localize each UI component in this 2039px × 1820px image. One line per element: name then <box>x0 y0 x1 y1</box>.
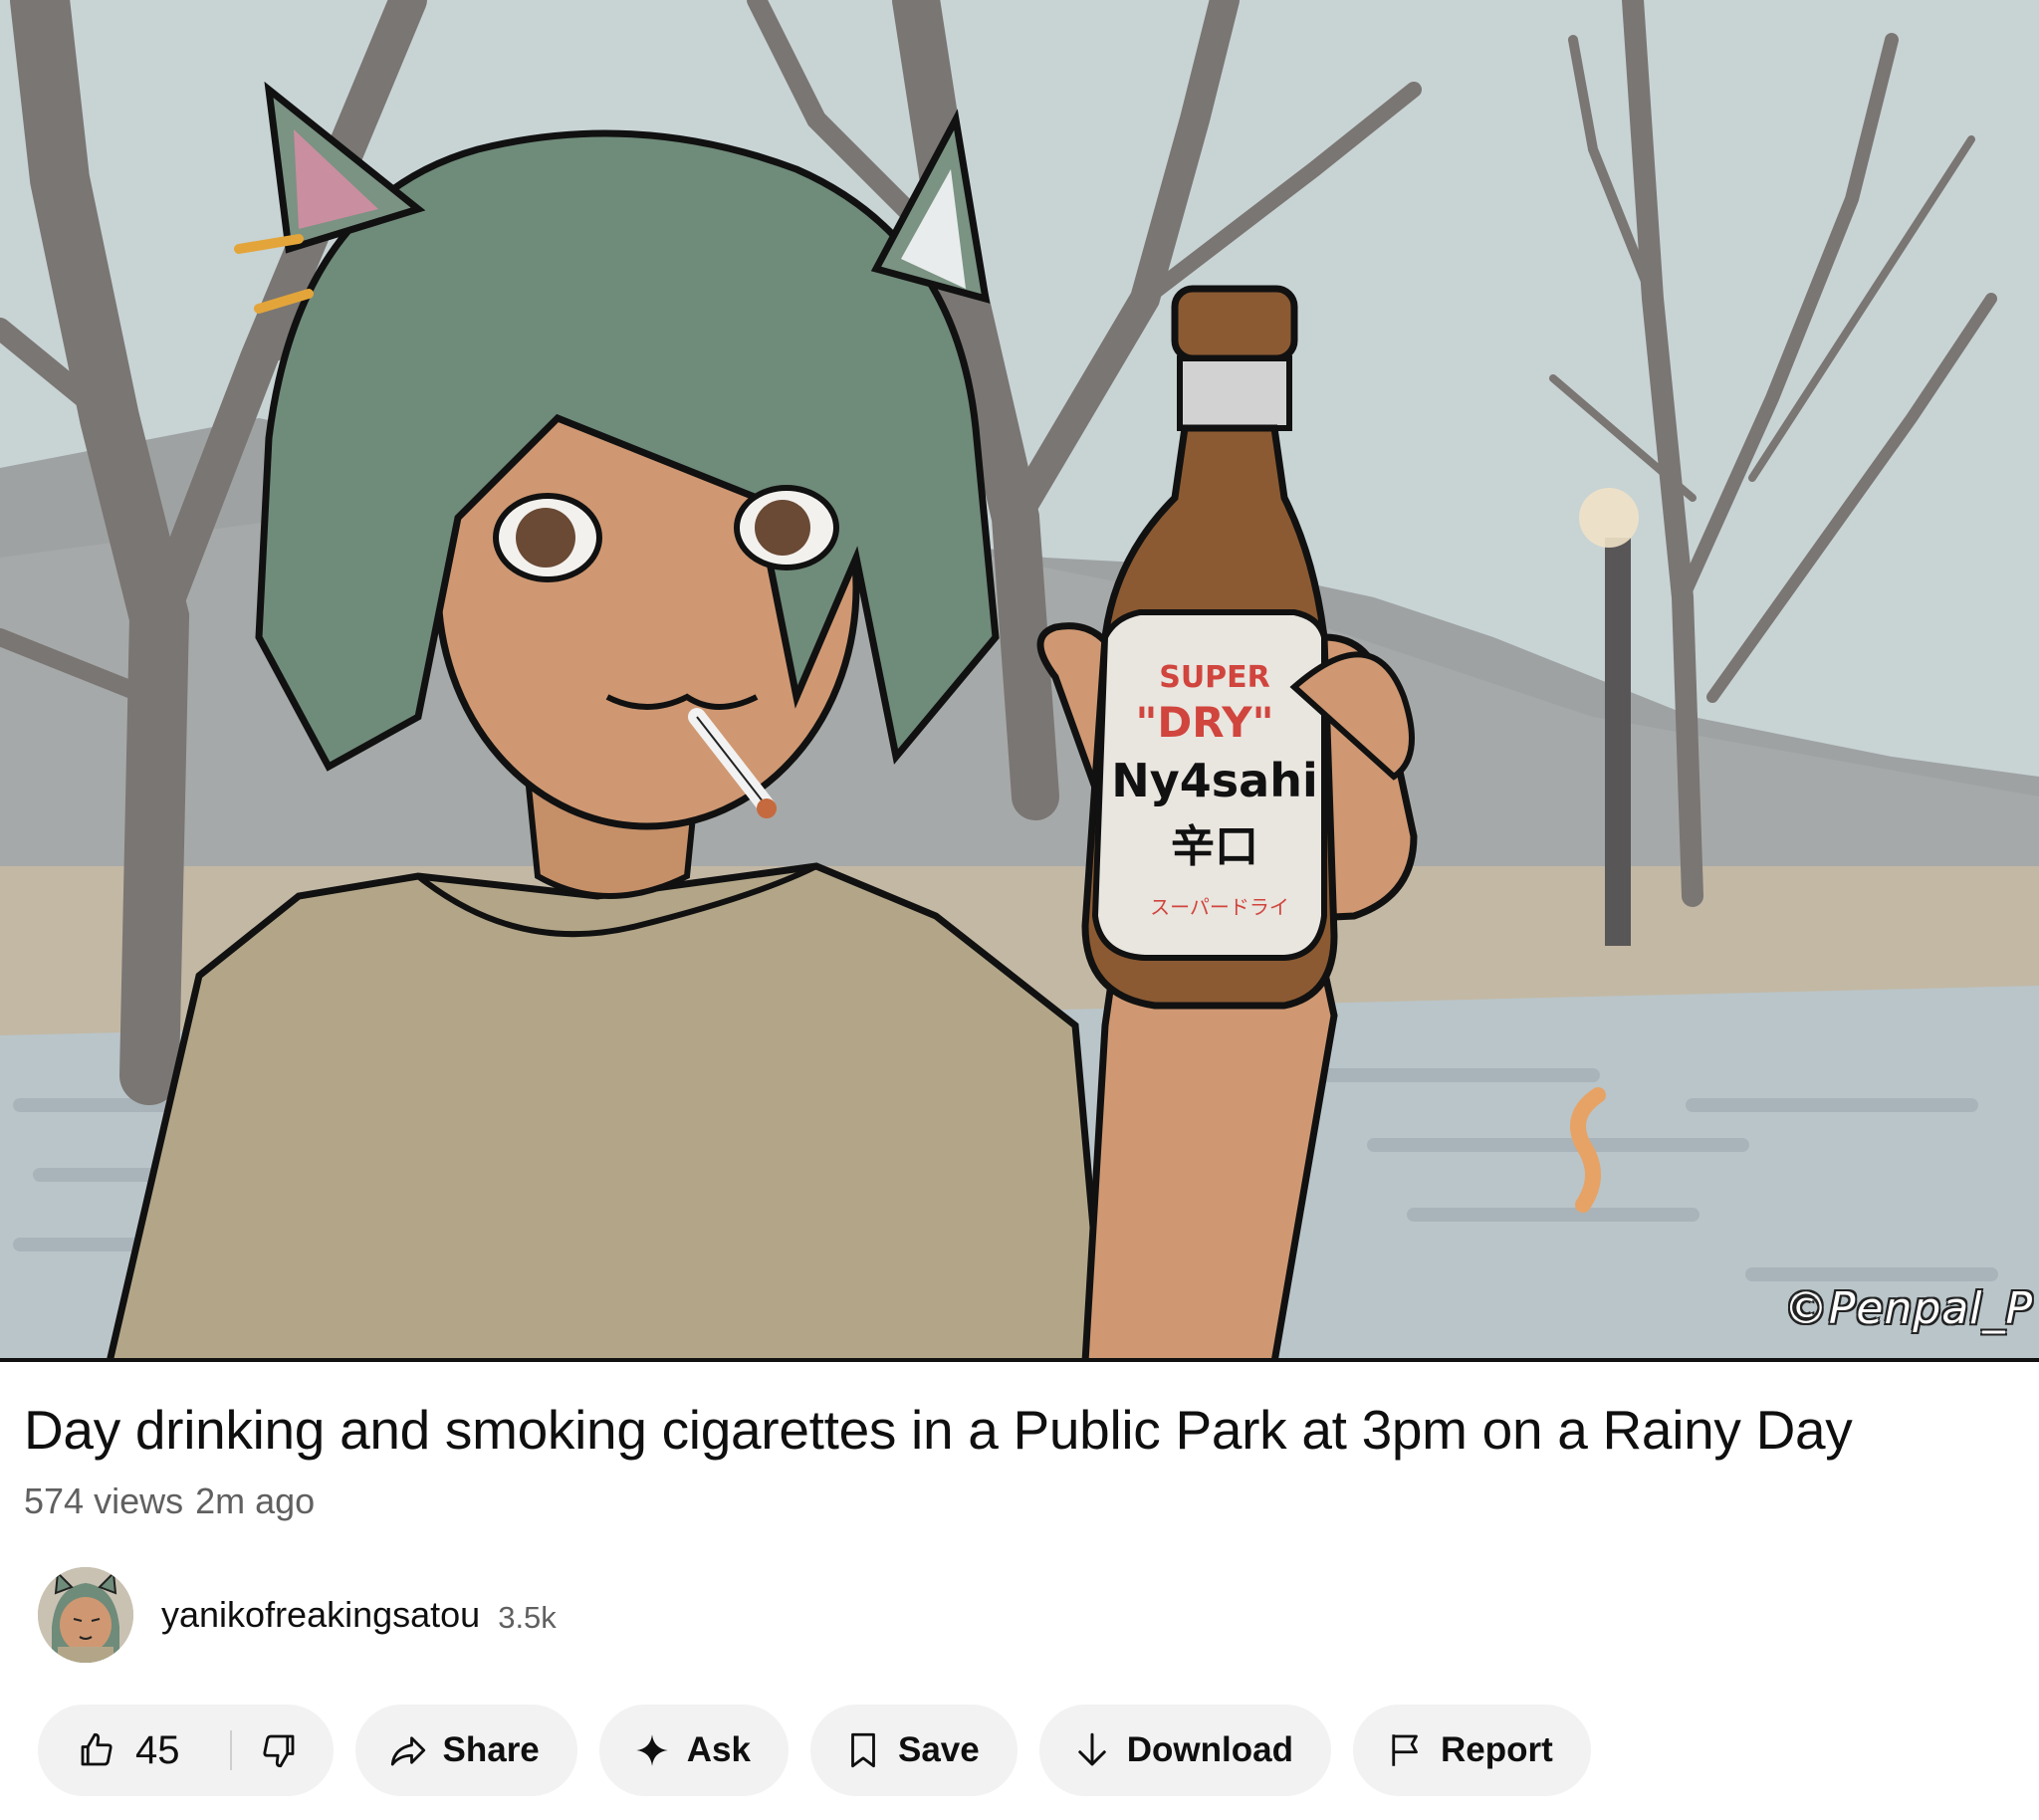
save-button[interactable]: Save <box>810 1705 1018 1796</box>
bottle-label-brand: Ny4sahi <box>1111 754 1317 807</box>
save-label: Save <box>898 1730 980 1769</box>
bookmark-icon <box>851 1732 875 1768</box>
upload-age: 2m ago <box>195 1480 316 1521</box>
sparkle-icon <box>636 1734 668 1766</box>
like-button[interactable]: 45 <box>38 1705 208 1796</box>
action-bar: 45 Share Ask Save Download Report <box>38 1705 1613 1796</box>
bottle-label-super: SUPER <box>1159 660 1270 695</box>
dislike-button[interactable] <box>232 1705 334 1796</box>
channel-name[interactable]: yanikofreakingsatou <box>161 1594 480 1636</box>
bottle-label-kanji: 辛口 <box>1171 821 1258 872</box>
ask-label: Ask <box>686 1730 751 1769</box>
share-arrow-icon <box>390 1736 425 1766</box>
flag-icon <box>1392 1734 1418 1766</box>
bottle-label-dry: "DRY" <box>1135 698 1273 747</box>
video-title: Day drinking and smoking cigarettes in a… <box>24 1399 1853 1461</box>
avatar-image <box>38 1567 133 1663</box>
subscriber-count: 3.5k <box>498 1600 557 1635</box>
report-label: Report <box>1440 1730 1553 1769</box>
thumbs-down-icon <box>262 1734 294 1768</box>
report-button[interactable]: Report <box>1352 1705 1591 1796</box>
avatar[interactable] <box>38 1567 133 1663</box>
channel-row[interactable]: yanikofreakingsatou 3.5k <box>38 1565 557 1665</box>
view-count: 574 views <box>24 1480 184 1521</box>
like-count: 45 <box>135 1727 180 1772</box>
video-meta: 574 views 2m ago <box>24 1480 315 1522</box>
video-player[interactable]: SUPER "DRY" Ny4sahi 辛口 スーパードライ ©Penpal_P <box>0 0 2039 1362</box>
ask-button[interactable]: Ask <box>598 1705 789 1796</box>
download-arrow-icon <box>1078 1732 1106 1766</box>
video-thumbnail: SUPER "DRY" Ny4sahi 辛口 スーパードライ <box>0 0 2039 1362</box>
download-button[interactable]: Download <box>1038 1705 1331 1796</box>
download-label: Download <box>1126 1730 1293 1769</box>
watermark: ©Penpal_P <box>1783 1283 2033 1334</box>
share-button[interactable]: Share <box>354 1705 577 1796</box>
share-label: Share <box>442 1730 540 1769</box>
bottle-label-kana: スーパードライ <box>1150 895 1289 919</box>
like-dislike-group: 45 <box>38 1705 334 1796</box>
thumbs-up-icon <box>81 1732 113 1766</box>
